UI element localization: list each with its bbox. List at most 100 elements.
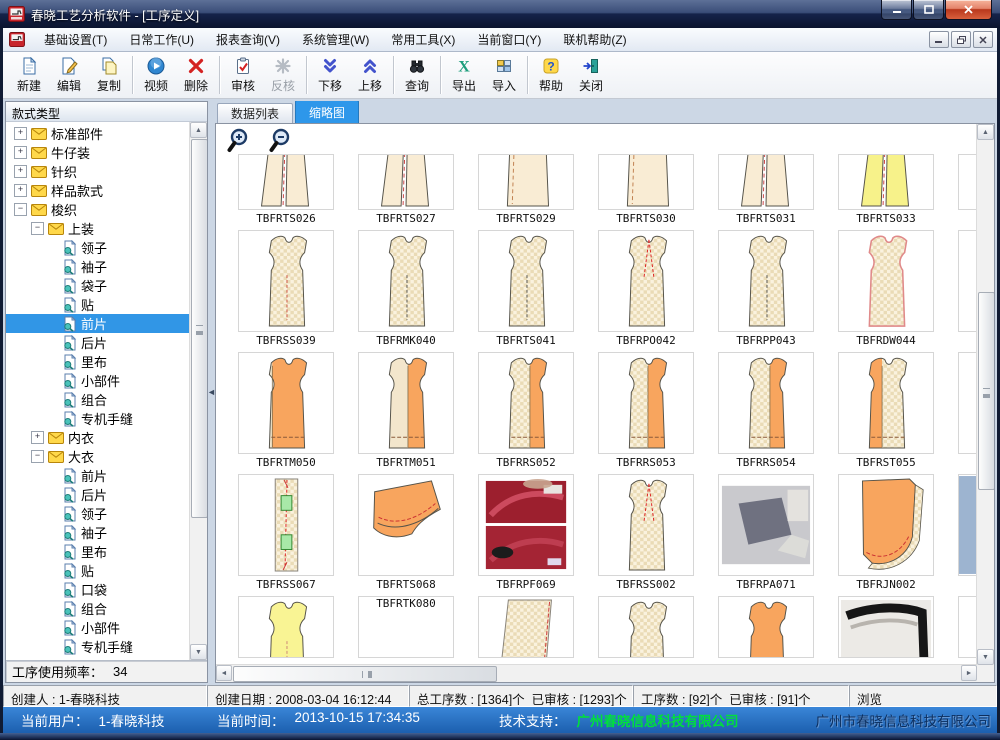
tree-item[interactable]: 前片 (6, 466, 189, 485)
pattern-cell[interactable]: TBFRTS027 (358, 154, 454, 228)
pattern-cell[interactable]: TBFRSS067 (238, 474, 334, 594)
tree-item[interactable]: 袋子 (6, 276, 189, 295)
pattern-thumbnail[interactable] (478, 474, 574, 576)
pattern-thumbnail[interactable] (478, 596, 574, 658)
pattern-cell[interactable] (598, 596, 694, 658)
minimize-button[interactable] (881, 0, 912, 20)
tree-item[interactable]: 后片 (6, 333, 189, 352)
toolbar-button-copy[interactable]: 复制 (89, 53, 129, 97)
menu-item-4[interactable]: 常用工具(X) (380, 27, 466, 52)
pattern-thumbnail[interactable]: TBFRTK080 (358, 596, 454, 658)
menu-item-5[interactable]: 当前窗口(Y) (466, 27, 552, 52)
pattern-thumbnail[interactable] (718, 474, 814, 576)
pattern-cell[interactable] (958, 230, 977, 350)
tree-item-selected[interactable]: 前片 (6, 314, 189, 333)
pattern-cell[interactable] (478, 596, 574, 658)
mdi-minimize-button[interactable] (929, 31, 949, 48)
tree-item[interactable]: 袖子 (6, 523, 189, 542)
maximize-button[interactable] (913, 0, 944, 20)
pattern-cell[interactable]: TBFRJN002 (838, 474, 934, 594)
tree-item[interactable]: 里布 (6, 542, 189, 561)
pattern-thumbnail[interactable] (838, 230, 934, 332)
tree-item[interactable]: −梭织 (6, 200, 189, 219)
pattern-cell[interactable]: TBFRSS002 (598, 474, 694, 594)
pattern-cell[interactable]: TBFRSS039 (238, 230, 334, 350)
pattern-cell[interactable]: TBFRPO042 (598, 230, 694, 350)
toolbar-button-export[interactable]: X导出 (444, 53, 484, 97)
tree-item[interactable]: 贴 (6, 561, 189, 580)
tree-scroll-down-icon[interactable]: ▼ (190, 644, 207, 660)
pattern-cell[interactable] (958, 154, 977, 228)
pattern-thumbnail[interactable] (478, 352, 574, 454)
grid-scroll-right-icon[interactable]: ► (961, 665, 977, 681)
pattern-cell[interactable]: TBFRTM050 (238, 352, 334, 472)
grid-scroll-down-icon[interactable]: ▼ (977, 649, 994, 665)
pattern-thumbnail[interactable] (958, 352, 977, 454)
panel-splitter[interactable]: ◄ (208, 101, 215, 683)
pattern-cell[interactable] (958, 352, 977, 472)
pattern-cell[interactable]: TBFRTS030 (598, 154, 694, 228)
tree-item[interactable]: 里布 (6, 352, 189, 371)
pattern-cell[interactable]: TBFRTS031 (718, 154, 814, 228)
tree-item[interactable]: +针织 (6, 162, 189, 181)
tree-item[interactable]: 领子 (6, 504, 189, 523)
zoom-out-button[interactable] (268, 128, 294, 156)
tree-item[interactable]: 口袋 (6, 580, 189, 599)
menu-item-1[interactable]: 日常工作(U) (118, 27, 205, 52)
tab-thumbnail[interactable]: 缩略图 (295, 101, 359, 123)
pattern-cell[interactable] (238, 596, 334, 658)
tree-item[interactable]: +标准部件 (6, 124, 189, 143)
expand-icon[interactable]: + (14, 165, 27, 178)
pattern-thumbnail[interactable] (238, 154, 334, 210)
pattern-thumbnail[interactable] (718, 352, 814, 454)
tree-item[interactable]: 小部件 (6, 371, 189, 390)
grid-scroll-left-icon[interactable]: ◄ (216, 665, 232, 681)
toolbar-button-edit[interactable]: 编辑 (49, 53, 89, 97)
pattern-cell[interactable]: TBFRMK040 (358, 230, 454, 350)
pattern-cell[interactable]: TBFRPP043 (718, 230, 814, 350)
pattern-cell[interactable]: TBFRTS068 (358, 474, 454, 594)
tree-item[interactable]: −上装 (6, 219, 189, 238)
pattern-thumbnail[interactable] (838, 352, 934, 454)
pattern-thumbnail[interactable] (958, 154, 977, 210)
pattern-thumbnail[interactable] (598, 154, 694, 210)
pattern-thumbnail[interactable] (238, 596, 334, 658)
close-button[interactable] (945, 0, 992, 20)
pattern-cell[interactable]: TBFRTM051 (358, 352, 454, 472)
zoom-in-button[interactable] (226, 128, 252, 156)
pattern-thumbnail[interactable] (838, 154, 934, 210)
menu-item-2[interactable]: 报表查询(V) (205, 27, 291, 52)
toolbar-button-move-down[interactable]: 下移 (310, 53, 350, 97)
pattern-thumbnail[interactable] (598, 352, 694, 454)
pattern-cell[interactable] (958, 596, 977, 658)
menu-item-6[interactable]: 联机帮助(Z) (552, 27, 637, 52)
tree-item[interactable]: 小部件 (6, 618, 189, 637)
toolbar-button-new[interactable]: 新建 (9, 53, 49, 97)
pattern-thumbnail[interactable] (358, 230, 454, 332)
pattern-thumbnail[interactable] (838, 596, 934, 658)
expand-icon[interactable]: + (14, 146, 27, 159)
pattern-cell[interactable] (958, 474, 977, 594)
expand-icon[interactable]: + (14, 184, 27, 197)
pattern-cell[interactable]: TBFRTK080TBFRTK080 (358, 596, 454, 658)
pattern-cell[interactable]: TBFRST055 (838, 352, 934, 472)
pattern-cell[interactable] (718, 596, 814, 658)
pattern-thumbnail[interactable] (598, 230, 694, 332)
menu-item-0[interactable]: 基础设置(T) (33, 27, 118, 52)
pattern-thumbnail[interactable] (958, 596, 977, 658)
grid-scroll-up-icon[interactable]: ▲ (977, 124, 994, 140)
pattern-cell[interactable] (838, 596, 934, 658)
pattern-cell[interactable]: TBFRRS053 (598, 352, 694, 472)
grid-hscrollbar-thumb[interactable] (233, 666, 497, 682)
tree-item[interactable]: −大衣 (6, 447, 189, 466)
collapse-icon[interactable]: − (31, 450, 44, 463)
pattern-thumbnail[interactable] (238, 474, 334, 576)
pattern-thumbnail[interactable] (358, 352, 454, 454)
pattern-thumbnail[interactable] (358, 154, 454, 210)
pattern-thumbnail[interactable] (238, 352, 334, 454)
grid-vscrollbar-thumb[interactable] (978, 292, 995, 490)
toolbar-button-search[interactable]: 查询 (397, 53, 437, 97)
pattern-thumbnail[interactable] (958, 474, 977, 576)
pattern-thumbnail[interactable] (358, 474, 454, 576)
tree-item[interactable]: +样品款式 (6, 181, 189, 200)
